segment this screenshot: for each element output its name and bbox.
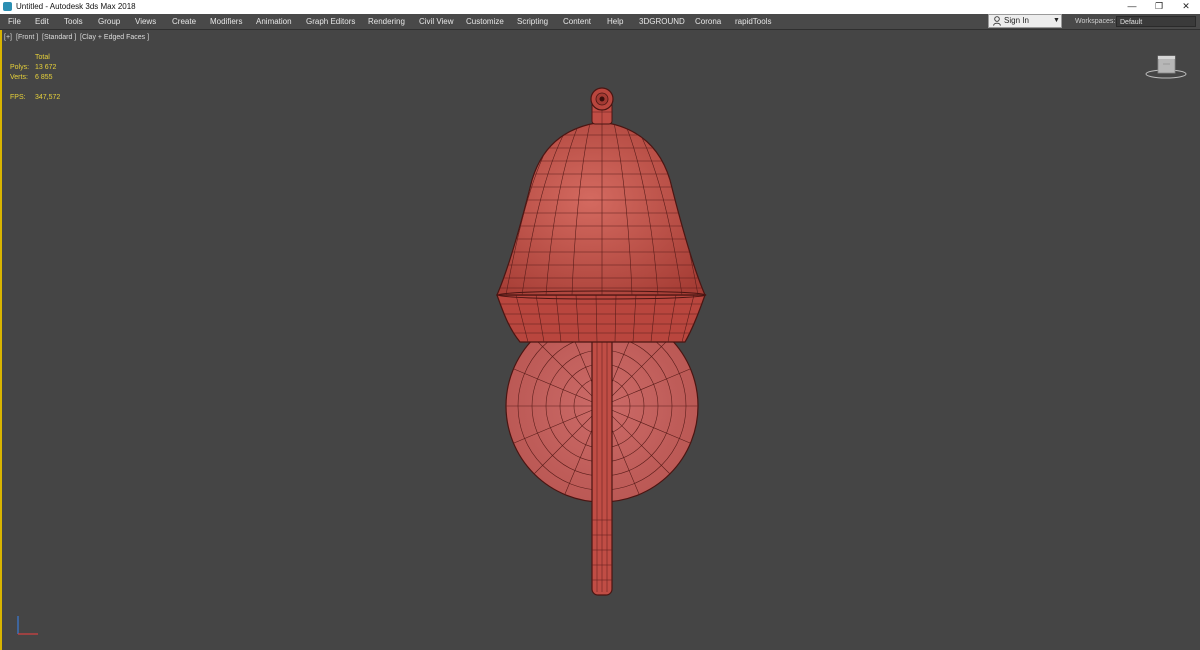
axis-tripod-icon xyxy=(17,616,38,635)
minimize-button[interactable]: — xyxy=(1118,0,1146,14)
workspaces-select[interactable]: Default xyxy=(1116,16,1196,27)
sign-in-label: Sign In xyxy=(1004,16,1029,25)
menu-content[interactable]: Content xyxy=(563,14,591,29)
sign-in-dropdown[interactable]: Sign In ▼ xyxy=(988,14,1062,28)
viewport-display-mode-label[interactable]: [Clay + Edged Faces ] xyxy=(80,34,149,41)
viewport-menu-plus[interactable]: [+] xyxy=(4,34,12,41)
stats-verts-label: Verts: xyxy=(10,74,28,81)
viewport-shading-standard-label[interactable]: [Standard ] xyxy=(42,34,76,41)
menu-file[interactable]: File xyxy=(8,14,21,29)
menu-3dground[interactable]: 3DGROUND xyxy=(639,14,685,29)
menu-rendering[interactable]: Rendering xyxy=(368,14,405,29)
menu-create[interactable]: Create xyxy=(172,14,196,29)
menu-edit[interactable]: Edit xyxy=(35,14,49,29)
user-icon xyxy=(993,16,1001,26)
menu-rapidtools[interactable]: rapidTools xyxy=(735,14,771,29)
wall-sconce-model[interactable] xyxy=(480,80,720,610)
workspaces-label: Workspaces: xyxy=(1075,18,1116,25)
stats-verts-value: 6 855 xyxy=(35,74,53,81)
stats-polys-value: 13 672 xyxy=(35,64,57,71)
menu-modifiers[interactable]: Modifiers xyxy=(210,14,242,29)
window-title: Untitled - Autodesk 3ds Max 2018 xyxy=(16,2,136,11)
menu-animation[interactable]: Animation xyxy=(256,14,292,29)
menu-scripting[interactable]: Scripting xyxy=(517,14,548,29)
stats-fps-value: 347,572 xyxy=(35,94,61,101)
menu-help[interactable]: Help xyxy=(607,14,623,29)
stats-total-header: Total xyxy=(35,54,50,61)
chevron-down-icon: ▼ xyxy=(1053,17,1060,24)
stats-fps-label: FPS: xyxy=(10,94,26,101)
menu-civil-view[interactable]: Civil View xyxy=(419,14,454,29)
close-button[interactable]: ✕ xyxy=(1172,0,1200,14)
menu-group[interactable]: Group xyxy=(98,14,120,29)
stats-polys-label: Polys: xyxy=(10,64,30,71)
menu-corona[interactable]: Corona xyxy=(695,14,721,29)
menu-graph-editors[interactable]: Graph Editors xyxy=(306,14,355,29)
app-icon xyxy=(3,2,12,11)
viewport-point-of-view-label[interactable]: [Front ] xyxy=(16,34,38,41)
menu-tools[interactable]: Tools xyxy=(64,14,83,29)
viewcube-icon[interactable] xyxy=(1144,54,1188,80)
menu-views[interactable]: Views xyxy=(135,14,156,29)
menu-customize[interactable]: Customize xyxy=(466,14,504,29)
restore-button[interactable]: ❐ xyxy=(1145,0,1173,14)
window-titlebar: Untitled - Autodesk 3ds Max 2018 — ❐ ✕ xyxy=(0,0,1200,14)
